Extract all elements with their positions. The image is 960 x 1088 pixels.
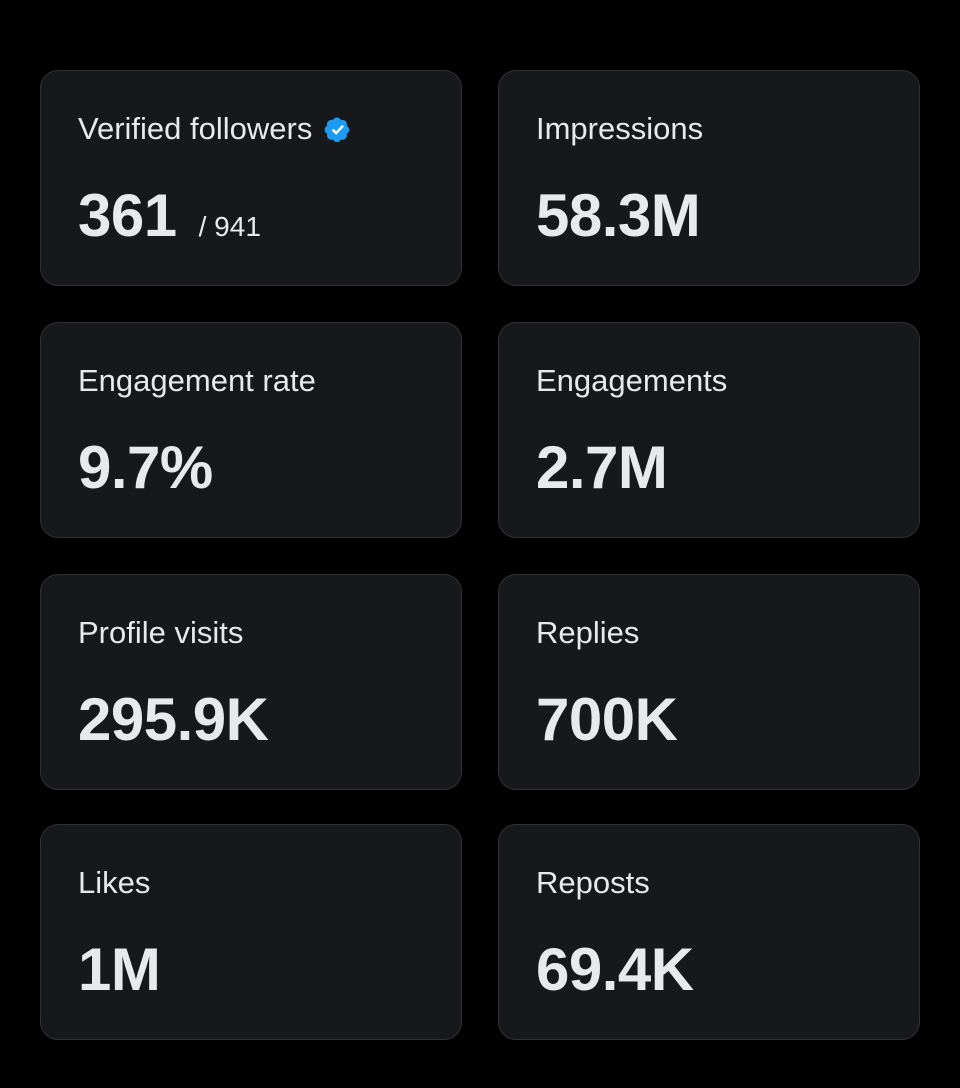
metric-value: 295.9K [78, 686, 269, 753]
metric-value: 700K [536, 686, 678, 753]
metric-card-engagements[interactable]: Engagements 2.7M [498, 322, 920, 538]
metric-label: Reposts [536, 865, 650, 900]
metric-value: 361 / 941 [78, 181, 261, 262]
metric-card-likes[interactable]: Likes 1M [40, 824, 462, 1040]
verified-badge-icon [322, 113, 354, 145]
metric-label: Impressions [536, 111, 704, 146]
metric-card-engagement-rate[interactable]: Engagement rate 9.7% [40, 322, 462, 538]
metric-card-replies[interactable]: Replies 700K [498, 574, 920, 790]
metric-label: Likes [78, 865, 151, 900]
metric-value: 9.7% [78, 434, 213, 501]
metric-value: 58.3M [536, 182, 701, 249]
metric-card-reposts[interactable]: Reposts 69.4K [498, 824, 920, 1040]
metric-card-impressions[interactable]: Impressions 58.3M [498, 70, 920, 286]
metric-card-verified-followers[interactable]: Verified followers 361 / 941 [40, 70, 462, 286]
metric-total: / 941 [198, 211, 261, 242]
metric-label: Profile visits [78, 615, 244, 650]
metric-label: Engagement rate [78, 363, 316, 398]
metric-value: 2.7M [536, 434, 668, 501]
metric-value: 1M [78, 936, 161, 1003]
metric-label-text: Verified followers [78, 111, 313, 146]
metric-card-profile-visits[interactable]: Profile visits 295.9K [40, 574, 462, 790]
metric-value: 69.4K [536, 936, 694, 1003]
metric-label: Verified followers [78, 109, 354, 149]
metric-label: Replies [536, 615, 640, 650]
metric-label: Engagements [536, 363, 728, 398]
metric-value-number: 361 [78, 182, 177, 249]
